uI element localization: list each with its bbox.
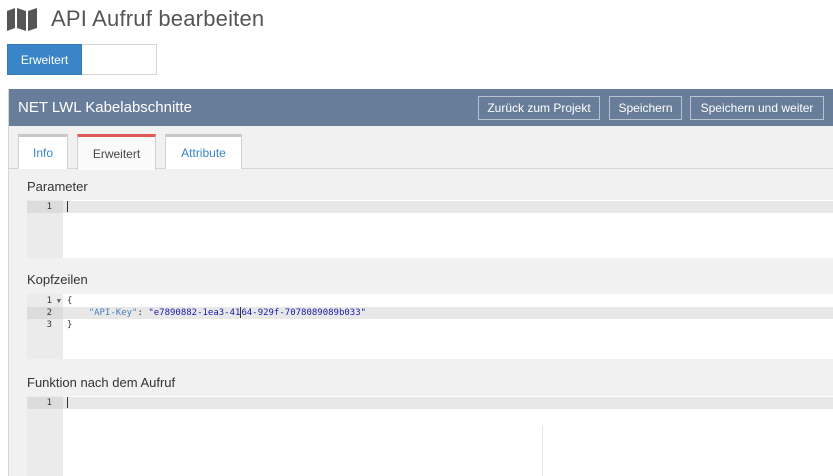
code-line[interactable]: } <box>63 319 833 331</box>
mode-erweitert-button[interactable]: Erweitert <box>7 44 82 75</box>
line-number: 1 <box>27 201 63 213</box>
code-line[interactable] <box>63 201 833 213</box>
open-brace: { <box>67 296 73 306</box>
back-to-project-button[interactable]: Zurück zum Projekt <box>478 96 600 120</box>
line-number-text: 1 <box>46 296 52 306</box>
code-line[interactable] <box>63 397 833 409</box>
line-number: 2 <box>27 307 63 319</box>
panel-header: NET LWL Kabelabschnitte Zurück zum Proje… <box>9 89 833 126</box>
funktion-editor[interactable]: 1 <box>27 396 833 476</box>
tab-bar: Info Erweitert Attribute <box>9 134 833 170</box>
page-header: API Aufruf bearbeiten <box>6 4 264 34</box>
map-icon <box>7 8 37 31</box>
json-value-start: "e7890882-1ea3-41 <box>148 308 241 318</box>
line-number: 3 <box>46 320 52 330</box>
main-panel: NET LWL Kabelabschnitte Zurück zum Proje… <box>8 89 833 476</box>
code-line[interactable]: "API-Key": "e7890882-1ea3-4164-929f-7078… <box>63 307 833 319</box>
json-value-end: 64-929f-7078089089b033" <box>241 308 367 318</box>
json-colon: : <box>137 308 149 318</box>
text-cursor <box>67 397 68 408</box>
print-margin <box>542 426 543 476</box>
mode-toggle-track[interactable] <box>82 45 156 74</box>
tab-info[interactable]: Info <box>18 134 68 169</box>
panel-title: NET LWL Kabelabschnitte <box>18 99 192 116</box>
text-cursor <box>67 201 68 212</box>
fold-arrow-icon[interactable]: ▼ <box>57 295 61 307</box>
close-brace: } <box>67 320 73 330</box>
save-and-continue-button[interactable]: Speichern und weiter <box>690 96 824 120</box>
parameter-editor[interactable]: 1 <box>27 200 833 258</box>
funktion-label: Funktion nach dem Aufruf <box>27 375 176 390</box>
line-number: 1 <box>27 397 63 409</box>
line-number: 1 ▼ <box>27 295 63 307</box>
save-button[interactable]: Speichern <box>609 96 682 120</box>
tab-attribute[interactable]: Attribute <box>165 134 242 169</box>
kopfzeilen-editor[interactable]: 1 ▼ 2 3 { "API-Key": "e7890882-1ea3-4164… <box>27 294 833 359</box>
code-line[interactable]: { <box>63 295 833 307</box>
json-key: "API-Key" <box>88 308 138 318</box>
mode-toggle[interactable]: Erweitert <box>7 44 157 75</box>
tab-erweitert[interactable]: Erweitert <box>77 134 156 170</box>
kopfzeilen-label: Kopfzeilen <box>27 272 88 287</box>
page-title: API Aufruf bearbeiten <box>51 6 265 31</box>
parameter-label: Parameter <box>27 179 88 194</box>
